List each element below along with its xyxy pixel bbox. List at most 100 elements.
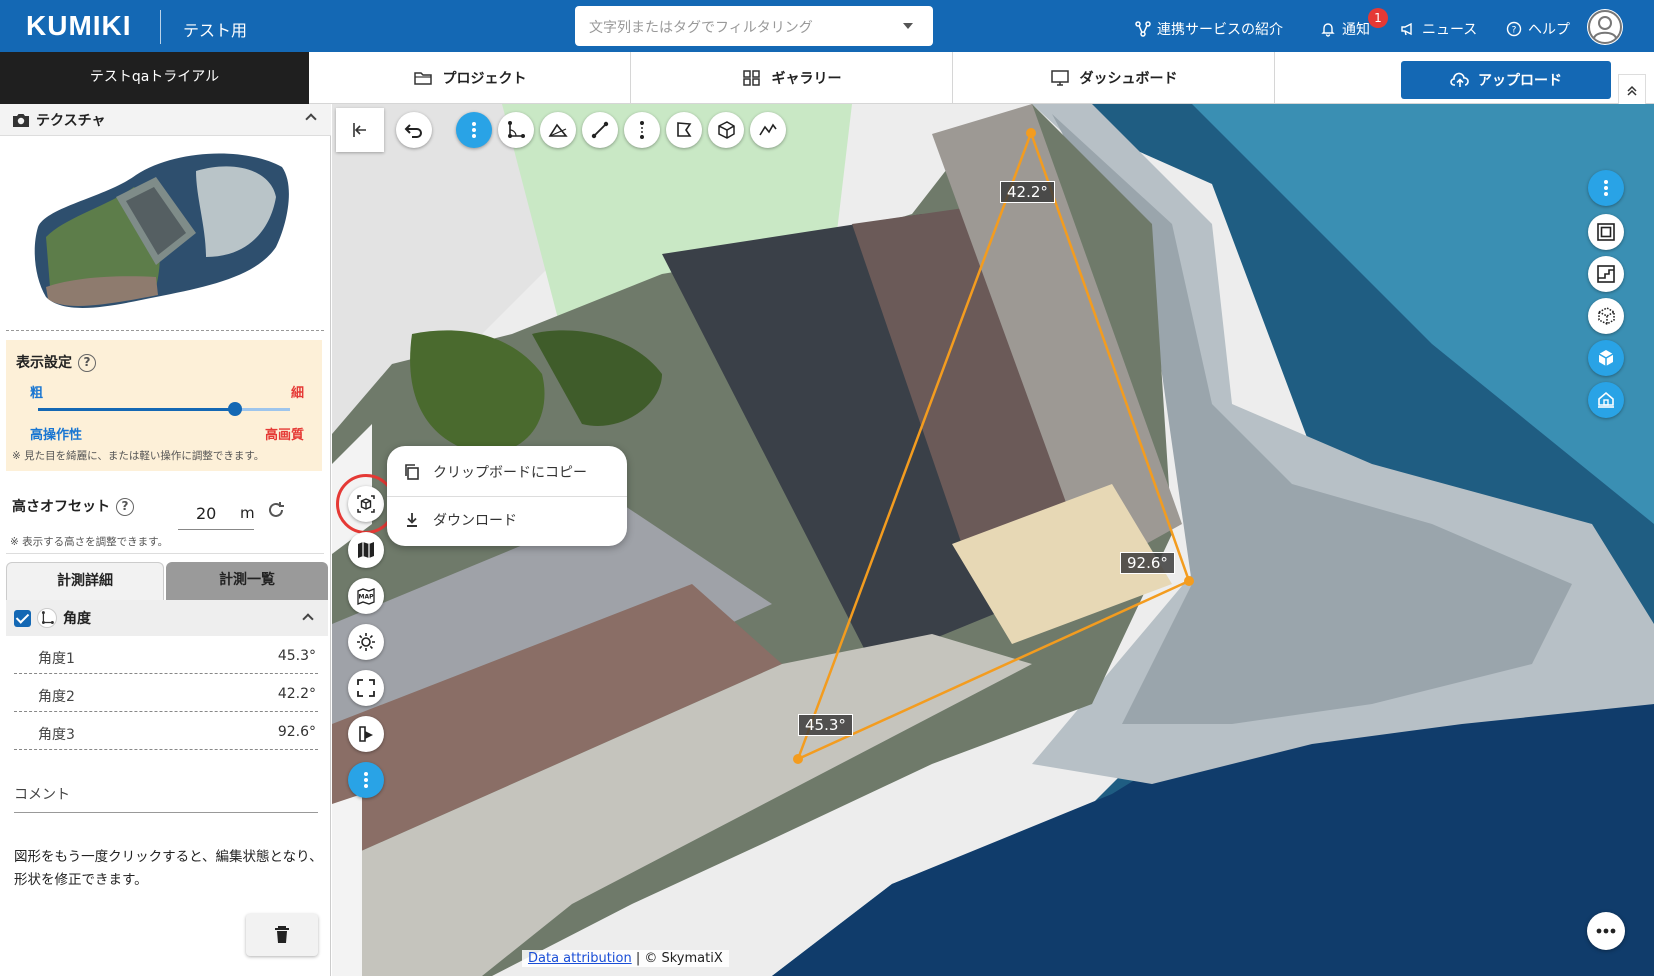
angle-label-a[interactable]: 45.3° — [798, 714, 853, 736]
refresh-icon[interactable] — [266, 500, 286, 520]
export-3d-button[interactable] — [348, 486, 384, 522]
help-icon[interactable]: ? — [116, 498, 134, 516]
angle-label-b[interactable]: 42.2° — [1000, 181, 1055, 203]
copy-to-clipboard-item[interactable]: クリップボードにコピー — [403, 452, 587, 492]
chevron-up-icon[interactable] — [302, 613, 314, 625]
notification-badge: 1 — [1368, 8, 1388, 28]
slope-tool-button[interactable] — [540, 112, 576, 148]
map-text: MAP — [358, 594, 374, 601]
lighting-button[interactable] — [348, 624, 384, 660]
trial-tab[interactable]: テストqaトライアル — [0, 52, 309, 104]
tab-dashboard-label: ダッシュボード — [1079, 71, 1178, 87]
collapse-panel-button[interactable] — [336, 108, 384, 152]
download-label: ダウンロード — [433, 513, 517, 529]
dsm-button[interactable] — [1588, 256, 1624, 292]
measure-menu-button[interactable] — [456, 112, 492, 148]
volume-tool-button[interactable] — [708, 112, 744, 148]
quality-slider[interactable] — [38, 402, 290, 416]
copy-icon — [405, 464, 419, 480]
data-attribution-link[interactable]: Data attribution — [528, 951, 632, 966]
kebab-icon — [1604, 180, 1608, 196]
tab-dashboard[interactable]: ダッシュボード — [953, 52, 1275, 104]
point-cloud-button[interactable] — [1588, 298, 1624, 334]
fullscreen-icon — [357, 679, 375, 697]
cube-outline-icon — [718, 121, 735, 139]
fullscreen-button[interactable] — [348, 670, 384, 706]
angle-title: 角度 — [63, 611, 91, 627]
distance-tool-button[interactable] — [582, 112, 618, 148]
tab-measurement-detail[interactable]: 計測詳細 — [6, 562, 164, 600]
nav-row: テストqaトライアル プロジェクト ギャラリー ダッシュボード アップロード — [0, 52, 1654, 108]
services-link[interactable]: 連携サービスの紹介 — [1135, 19, 1283, 39]
delete-button[interactable] — [246, 914, 318, 956]
layers-step-icon — [1597, 265, 1615, 283]
services-label: 連携サービスの紹介 — [1157, 22, 1283, 38]
mesh-button[interactable] — [1588, 340, 1624, 376]
divider — [6, 330, 324, 331]
right-menu-button[interactable] — [1588, 170, 1624, 206]
top-bar: KUMIKI テスト用 文字列またはタグでフィルタリング 連携サービスの紹介 通… — [0, 0, 1654, 52]
texture-section-header[interactable]: テクスチャ — [0, 104, 331, 136]
left-panel: テクスチャ 表示設定? 粗 細 高操作性 高画質 ※ 見た目を綺麗に、または軽い… — [0, 104, 331, 976]
profile-tool-button[interactable] — [750, 112, 786, 148]
angle-section-header[interactable]: 角度 — [6, 600, 328, 636]
app-logo[interactable]: KUMIKI — [26, 10, 132, 42]
orthophoto-button[interactable] — [1588, 214, 1624, 250]
tab-project-label: プロジェクト — [442, 71, 527, 87]
angle-value: 42.2° — [277, 686, 316, 702]
user-avatar[interactable] — [1587, 9, 1623, 45]
more-options-button[interactable] — [1587, 912, 1625, 950]
slider-fill — [38, 408, 235, 411]
area-tool-button[interactable] — [666, 112, 702, 148]
tab-gallery[interactable]: ギャラリー — [631, 52, 953, 104]
download-item[interactable]: ダウンロード — [403, 500, 517, 540]
bim-button[interactable] — [1588, 382, 1624, 418]
angle-value: 45.3° — [277, 648, 316, 664]
angle-tool-button[interactable] — [498, 112, 534, 148]
cube-frame-icon — [357, 495, 375, 513]
folder-icon — [413, 72, 432, 85]
filter-placeholder: 文字列またはタグでフィルタリング — [589, 20, 813, 36]
section-view-button[interactable] — [348, 716, 384, 752]
news-link[interactable]: ニュース — [1400, 19, 1477, 39]
upload-button[interactable]: アップロード — [1401, 61, 1611, 99]
measurement-tabs: 計測詳細 計測一覧 — [6, 562, 328, 600]
angle-visible-checkbox[interactable] — [14, 609, 31, 627]
help-label: ヘルプ — [1528, 22, 1570, 38]
slope-icon — [548, 123, 568, 137]
tab-project[interactable]: プロジェクト — [309, 52, 631, 104]
texture-title: テクスチャ — [36, 112, 106, 129]
notify-link[interactable]: 通知 — [1320, 19, 1370, 39]
notify-label: 通知 — [1342, 22, 1370, 38]
export-popup-menu: クリップボードにコピー ダウンロード — [387, 446, 627, 546]
label-coarse: 粗 — [30, 386, 44, 401]
slider-thumb[interactable] — [227, 402, 242, 416]
side-menu-button[interactable] — [348, 762, 384, 798]
collapse-header-button[interactable] — [1618, 74, 1646, 108]
comment-label: コメント — [14, 787, 70, 803]
map-view-button[interactable] — [348, 532, 384, 568]
height-tool-button[interactable] — [624, 112, 660, 148]
logo-divider — [160, 10, 161, 44]
display-title-text: 表示設定 — [16, 355, 72, 371]
comment-input[interactable] — [14, 812, 318, 813]
angle-name: 角度1 — [38, 651, 75, 667]
edit-hint: 図形をもう一度クリックすると、編集状態となり、形状を修正できます。 — [14, 849, 323, 888]
share-nodes-icon — [1135, 21, 1151, 37]
cube-solid-icon — [1598, 350, 1614, 366]
filter-dropdown[interactable]: 文字列またはタグでフィルタリング — [575, 6, 933, 46]
monitor-icon — [1050, 70, 1069, 86]
basemap-button[interactable]: MAP — [348, 578, 384, 614]
map-viewport[interactable]: 45.3° 42.2° 92.6° MAP クリップボードにコピー ダウンロード… — [332, 104, 1654, 976]
map-text-icon: MAP — [357, 588, 375, 605]
chevron-up-icon[interactable] — [305, 113, 317, 125]
polygon-icon — [677, 122, 692, 137]
undo-button[interactable] — [396, 112, 432, 148]
help-link[interactable]: ? ヘルプ — [1506, 19, 1570, 39]
tab-measurement-list[interactable]: 計測一覧 — [166, 562, 328, 600]
vertical-dots-icon — [640, 121, 644, 139]
angle-icon — [508, 121, 525, 138]
angle-label-c[interactable]: 92.6° — [1120, 552, 1175, 574]
grid-icon — [742, 70, 760, 86]
help-icon[interactable]: ? — [78, 354, 96, 372]
